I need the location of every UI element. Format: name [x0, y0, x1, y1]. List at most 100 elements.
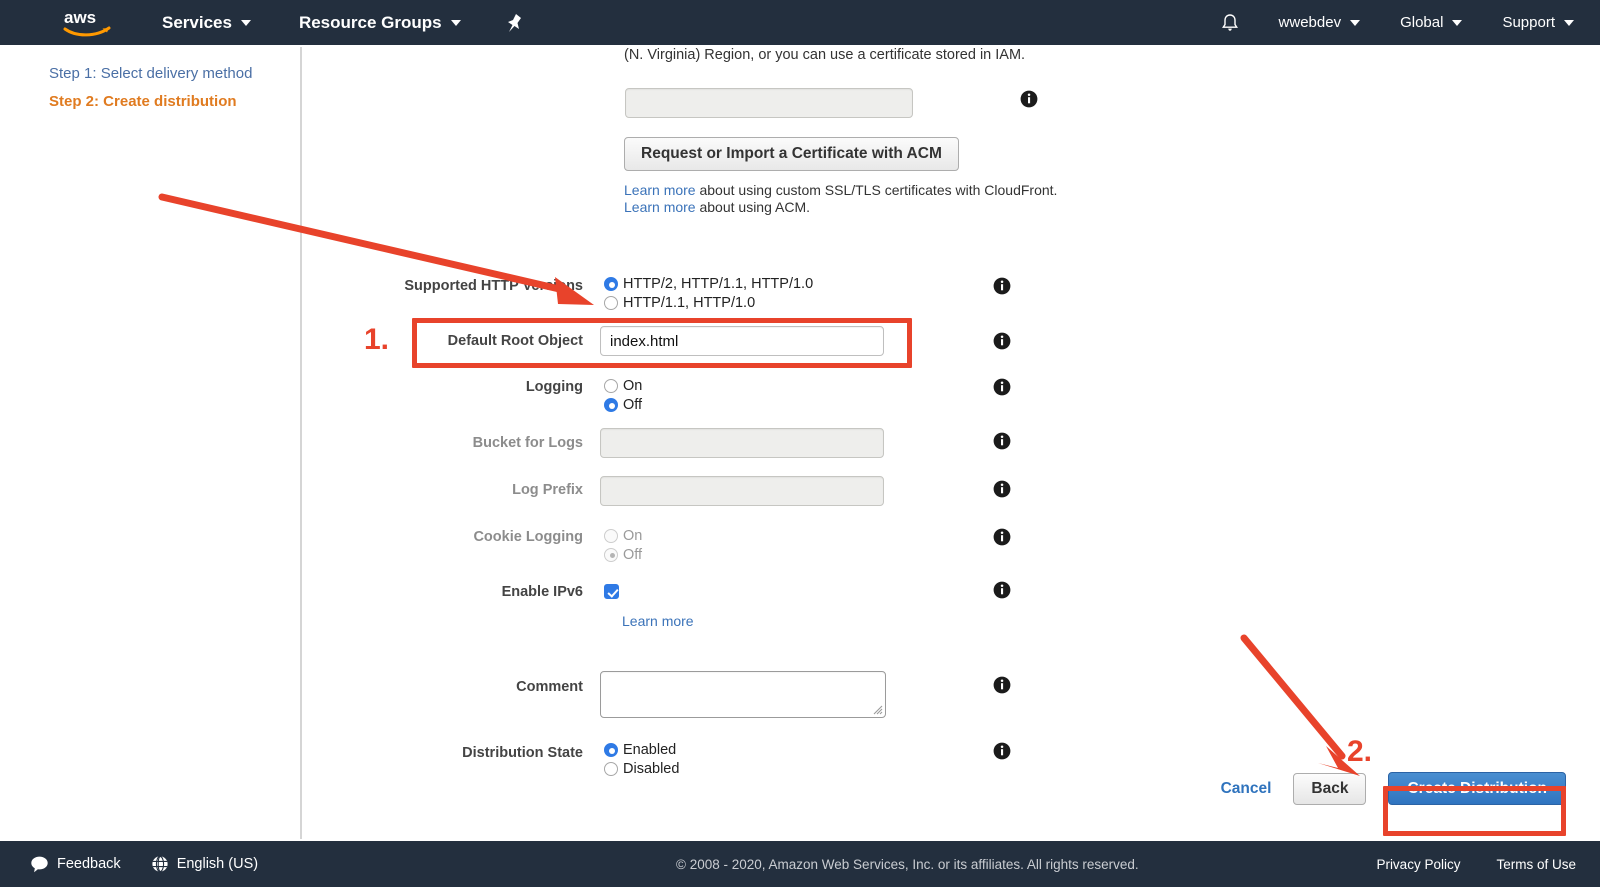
radio-button[interactable]	[604, 276, 618, 291]
wizard-steps-sidebar: Step 1: Select delivery method Step 2: C…	[0, 45, 300, 841]
nav-account-menu[interactable]: wwebdev	[1279, 14, 1361, 31]
svg-text:aws: aws	[64, 8, 96, 27]
info-icon[interactable]	[993, 676, 1011, 694]
logging-option-off[interactable]: Off	[604, 395, 642, 414]
page-footer: Feedback English (US) © 2008 - 2020, Ama…	[0, 841, 1600, 887]
chevron-down-icon	[1452, 19, 1463, 26]
annotation-number-1: 1.	[364, 323, 390, 356]
chevron-down-icon	[450, 19, 461, 26]
nav-account-label: wwebdev	[1278, 14, 1342, 31]
distribution-state-disabled[interactable]: Disabled	[604, 759, 679, 778]
radio-button[interactable]	[604, 378, 618, 393]
info-icon[interactable]	[993, 332, 1011, 350]
aws-logo-icon[interactable]: aws	[62, 7, 114, 39]
default-root-object-input[interactable]	[600, 326, 884, 356]
info-icon[interactable]	[993, 277, 1011, 295]
info-icon[interactable]	[993, 581, 1011, 599]
enable-ipv6-label: Enable IPv6	[501, 584, 583, 600]
globe-icon	[152, 855, 168, 873]
distribution-state-radio-group: Enabled Disabled	[604, 740, 679, 778]
cookie-logging-option-on: On	[604, 526, 642, 545]
footer-right-links: Privacy Policy Terms of Use	[1340, 857, 1600, 872]
certificate-input[interactable]	[625, 88, 913, 118]
bucket-for-logs-input[interactable]	[600, 428, 884, 458]
chevron-down-icon	[240, 19, 251, 26]
content-area: Step 1: Select delivery method Step 2: C…	[0, 45, 1600, 841]
http-versions-option-0[interactable]: HTTP/2, HTTP/1.1, HTTP/1.0	[604, 274, 813, 293]
certificate-intro-text: (N. Virginia) Region, or you can use a c…	[624, 47, 1026, 63]
feedback-label: Feedback	[57, 856, 121, 872]
info-icon[interactable]	[993, 742, 1011, 760]
learn-more-ssl-text: about using custom SSL/TLS certificates …	[695, 182, 1058, 198]
sidebar-step-2-label: Step 2: Create distribution	[49, 93, 237, 110]
notifications-bell-icon[interactable]	[1221, 13, 1239, 33]
nav-services-menu[interactable]: Services	[162, 13, 251, 33]
info-icon[interactable]	[1020, 90, 1038, 108]
supported-http-versions-label: Supported HTTP Versions	[404, 278, 583, 294]
terms-of-use-link[interactable]: Terms of Use	[1496, 857, 1576, 872]
nav-resource-groups-menu[interactable]: Resource Groups	[299, 13, 461, 33]
radio-button	[604, 547, 618, 562]
nav-services-label: Services	[162, 12, 232, 32]
radio-button[interactable]	[604, 761, 618, 776]
back-button[interactable]: Back	[1293, 772, 1367, 805]
cookie-logging-label: Cookie Logging	[473, 529, 583, 545]
logging-option-off-label: Off	[623, 396, 643, 413]
log-prefix-input[interactable]	[600, 476, 884, 506]
comment-label: Comment	[516, 679, 583, 695]
sidebar-step-1-label: Step 1: Select delivery method	[49, 65, 253, 82]
create-distribution-button[interactable]: Create Distribution	[1388, 772, 1566, 805]
top-navigation-bar: aws Services Resource Groups wwebdev Glo…	[0, 0, 1600, 45]
cookie-logging-option-off: Off	[604, 545, 642, 564]
nav-region-menu[interactable]: Global	[1400, 14, 1463, 31]
feedback-button[interactable]: Feedback	[30, 855, 121, 874]
sidebar-step-1[interactable]: Step 1: Select delivery method	[49, 65, 252, 82]
logging-label: Logging	[525, 379, 583, 395]
logging-option-on-label: On	[623, 377, 643, 394]
distribution-state-label: Distribution State	[462, 745, 583, 761]
nav-left-group: aws Services Resource Groups	[0, 7, 522, 39]
info-icon[interactable]	[993, 528, 1011, 546]
log-prefix-label: Log Prefix	[512, 482, 583, 498]
info-icon[interactable]	[993, 432, 1011, 450]
logging-option-on[interactable]: On	[604, 376, 642, 395]
radio-button[interactable]	[604, 295, 618, 310]
logging-radio-group: On Off	[604, 376, 642, 414]
chevron-down-icon	[1564, 19, 1574, 26]
distribution-state-disabled-label: Disabled	[623, 760, 680, 777]
distribution-settings-form: (N. Virginia) Region, or you can use a c…	[300, 45, 1600, 841]
learn-more-acm-line: Learn more about using ACM.	[624, 199, 810, 215]
default-root-object-label: Default Root Object	[447, 333, 583, 349]
sidebar-step-2[interactable]: Step 2: Create distribution	[49, 93, 237, 110]
bucket-for-logs-label: Bucket for Logs	[472, 435, 583, 451]
language-label: English (US)	[176, 856, 259, 872]
learn-more-ssl-link[interactable]: Learn more	[624, 182, 696, 198]
nav-support-menu[interactable]: Support	[1502, 14, 1574, 31]
supported-http-versions-radio-group: HTTP/2, HTTP/1.1, HTTP/1.0 HTTP/1.1, HTT…	[604, 274, 813, 312]
enable-ipv6-learn-more-link[interactable]: Learn more	[622, 613, 694, 629]
privacy-policy-link[interactable]: Privacy Policy	[1376, 857, 1460, 872]
learn-more-acm-link[interactable]: Learn more	[624, 199, 696, 215]
nav-support-label: Support	[1502, 14, 1555, 31]
chevron-down-icon	[1350, 19, 1361, 26]
info-icon[interactable]	[993, 480, 1011, 498]
aws-cloudfront-create-distribution-page: aws Services Resource Groups wwebdev Glo…	[0, 0, 1600, 887]
info-icon[interactable]	[993, 378, 1011, 396]
http-versions-option-1[interactable]: HTTP/1.1, HTTP/1.0	[604, 293, 813, 312]
language-selector[interactable]: English (US)	[151, 855, 258, 873]
radio-button[interactable]	[604, 742, 618, 757]
speech-bubble-icon	[31, 856, 48, 872]
distribution-state-enabled-label: Enabled	[623, 741, 677, 758]
pin-icon[interactable]	[505, 13, 522, 33]
comment-textarea[interactable]	[600, 671, 886, 718]
distribution-state-enabled[interactable]: Enabled	[604, 740, 679, 759]
cancel-link[interactable]: Cancel	[1221, 780, 1272, 798]
copyright-text: © 2008 - 2020, Amazon Web Services, Inc.…	[676, 856, 1139, 872]
cookie-logging-radio-group: On Off	[604, 526, 642, 564]
enable-ipv6-checkbox[interactable]	[604, 584, 619, 599]
radio-button[interactable]	[604, 397, 618, 412]
request-import-certificate-acm-button[interactable]: Request or Import a Certificate with ACM	[624, 137, 959, 171]
cookie-logging-option-off-label: Off	[623, 546, 643, 563]
nav-right-group: wwebdev Global Support	[1221, 0, 1600, 45]
annotation-number-2: 2.	[1347, 735, 1373, 768]
